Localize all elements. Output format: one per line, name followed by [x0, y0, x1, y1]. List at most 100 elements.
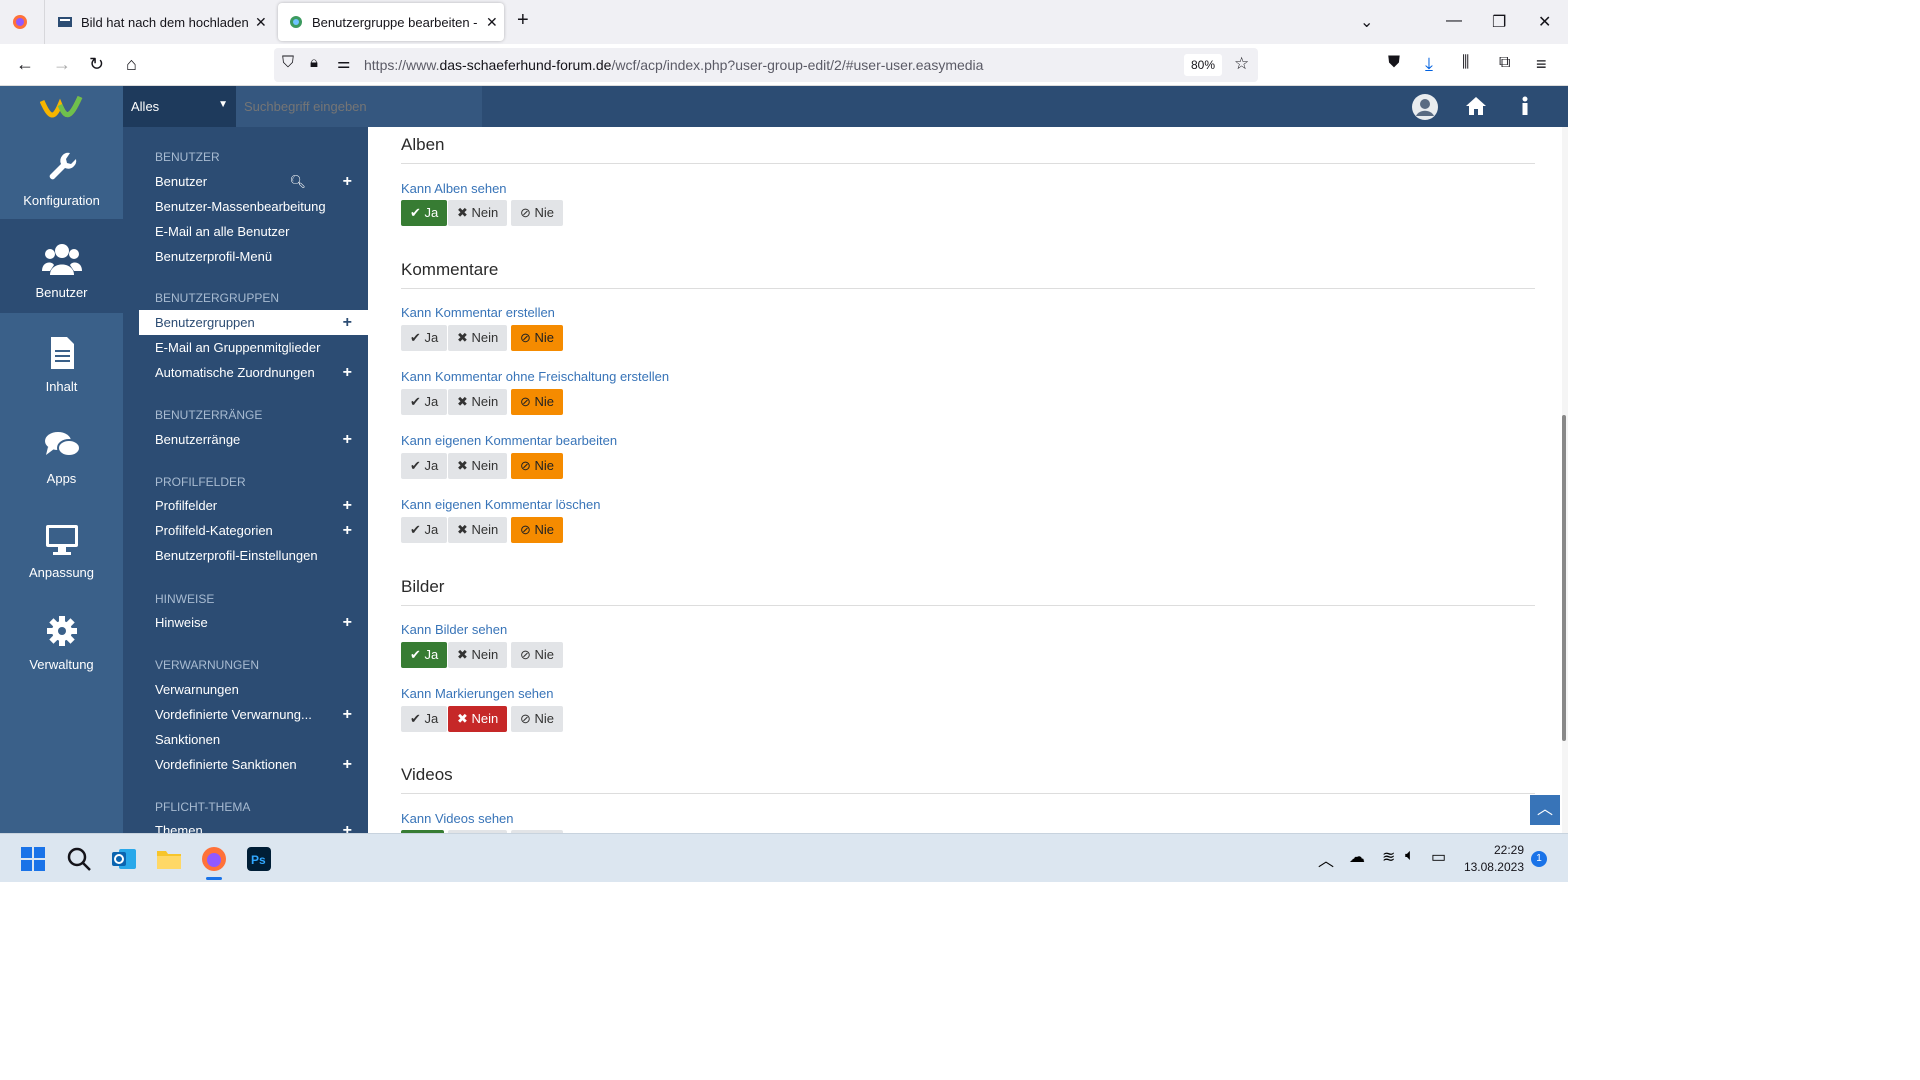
wifi-icon[interactable]: ≋ — [1382, 847, 1395, 867]
firefox-menu-icon[interactable] — [12, 14, 28, 30]
info-icon[interactable] — [1520, 96, 1530, 116]
add-icon[interactable]: + — [343, 493, 352, 518]
hamburger-menu-icon[interactable]: ≡ — [1536, 54, 1547, 75]
windows-start-icon[interactable] — [20, 846, 46, 872]
search-icon[interactable] — [66, 846, 92, 872]
add-icon[interactable]: + — [343, 310, 352, 335]
submenu-item-profil-einstellungen[interactable]: Benutzerprofil-Einstellungen — [139, 543, 368, 568]
search-scope-select[interactable]: Alles ▼ — [123, 86, 236, 127]
photoshop-icon[interactable]: Ps — [246, 846, 272, 872]
nie-button[interactable]: ⊘ Nie — [511, 517, 564, 543]
nie-button[interactable]: ⊘ Nie — [511, 706, 564, 732]
submenu-item-vordef-sanktionen[interactable]: Vordefinierte Sanktionen + — [139, 752, 368, 777]
home-icon[interactable] — [1465, 96, 1487, 116]
mainmenu-item-inhalt[interactable]: Inhalt — [0, 313, 123, 405]
option-label[interactable]: Kann Alben sehen — [401, 181, 507, 196]
shield-icon[interactable]: ⛉ — [282, 54, 294, 72]
close-tab-icon[interactable]: ✕ — [255, 14, 267, 31]
woltlab-logo-icon[interactable] — [40, 93, 84, 121]
zoom-level[interactable]: 80% — [1184, 54, 1222, 76]
ja-button[interactable]: ✔ Ja — [401, 389, 448, 415]
mainmenu-item-apps[interactable]: Apps — [0, 405, 123, 497]
add-icon[interactable]: + — [343, 518, 352, 543]
extensions-icon[interactable]: ⧉ — [1499, 54, 1510, 72]
submenu-item-verwarnungen[interactable]: Verwarnungen — [139, 677, 368, 702]
library-icon[interactable]: ⫼ — [1462, 54, 1469, 72]
ja-button[interactable]: ✔ Ja — [401, 642, 448, 668]
submenu-item-benutzer[interactable]: Benutzer 🔍︎ + — [139, 169, 368, 194]
ja-button[interactable]: ✔ Ja — [401, 517, 448, 543]
nein-button[interactable]: ✖ Nein — [448, 706, 508, 732]
lock-icon[interactable]: 🔒︎ — [310, 54, 318, 71]
permissions-icon[interactable]: ⚌ — [337, 54, 350, 72]
nein-button[interactable]: ✖ Nein — [448, 389, 508, 415]
nein-button[interactable]: ✖ Nein — [448, 517, 508, 543]
submenu-item-massenbearbeitung[interactable]: Benutzer-Massenbearbeitung — [139, 194, 368, 219]
scrollbar-thumb[interactable] — [1562, 415, 1566, 741]
forward-icon[interactable]: → — [53, 54, 71, 75]
firefox-icon[interactable] — [201, 846, 227, 872]
option-label[interactable]: Kann Markierungen sehen — [401, 686, 554, 701]
add-icon[interactable]: + — [343, 360, 352, 385]
option-label[interactable]: Kann Bilder sehen — [401, 622, 507, 637]
submenu-item-hinweise[interactable]: Hinweise + — [139, 610, 368, 635]
volume-icon[interactable]: 🔈︎ — [1405, 847, 1415, 865]
submenu-item-profil-menue[interactable]: Benutzerprofil-Menü — [139, 244, 368, 269]
submenu-item-email-gruppen[interactable]: E-Mail an Gruppenmitglieder — [139, 335, 368, 360]
battery-icon[interactable]: ▭ — [1431, 847, 1446, 867]
mainmenu-item-verwaltung[interactable]: Verwaltung — [0, 591, 123, 683]
submenu-item-zuordnungen[interactable]: Automatische Zuordnungen + — [139, 360, 368, 385]
ja-button[interactable]: ✔ Ja — [401, 325, 448, 351]
nie-button[interactable]: ⊘ Nie — [511, 389, 564, 415]
add-icon[interactable]: + — [343, 169, 352, 194]
option-label[interactable]: Kann eigenen Kommentar bearbeiten — [401, 433, 617, 448]
submenu-item-profilfeld-kategorien[interactable]: Profilfeld-Kategorien + — [139, 518, 368, 543]
nie-button[interactable]: ⊘ Nie — [511, 453, 564, 479]
submenu-item-benutzerraenge[interactable]: Benutzerränge + — [139, 427, 368, 452]
ja-button[interactable]: ✔ Ja — [401, 453, 448, 479]
nein-button[interactable]: ✖ Nein — [448, 453, 508, 479]
reload-icon[interactable]: ↻ — [89, 54, 104, 75]
back-icon[interactable]: ← — [16, 54, 34, 75]
cloud-icon[interactable]: ☁ — [1349, 847, 1365, 867]
restore-icon[interactable]: ❐ — [1492, 12, 1506, 32]
tab-active[interactable]: Benutzergruppe bearbeiten - A ✕ — [278, 3, 504, 41]
submenu-item-email-alle[interactable]: E-Mail an alle Benutzer — [139, 219, 368, 244]
mainmenu-item-benutzer[interactable]: Benutzer — [0, 219, 123, 313]
nie-button[interactable]: ⊘ Nie — [511, 200, 564, 226]
ja-button[interactable]: ✔ Ja — [401, 706, 448, 732]
add-icon[interactable]: + — [343, 610, 352, 635]
close-window-icon[interactable]: ✕ — [1538, 12, 1551, 32]
notification-badge[interactable]: 1 — [1531, 851, 1547, 867]
outlook-icon[interactable] — [111, 846, 137, 872]
bookmark-star-icon[interactable]: ☆ — [1234, 54, 1249, 74]
nein-button[interactable]: ✖ Nein — [448, 642, 508, 668]
new-tab-icon[interactable]: + — [517, 9, 529, 32]
clock[interactable]: 22:29 13.08.2023 — [1462, 842, 1524, 876]
close-tab-icon[interactable]: ✕ — [486, 14, 498, 31]
mainmenu-item-anpassung[interactable]: Anpassung — [0, 499, 123, 591]
downloads-icon[interactable]: ⤓ — [1425, 54, 1433, 75]
minimize-icon[interactable]: — — [1446, 12, 1462, 30]
option-label[interactable]: Kann Videos sehen — [401, 811, 514, 826]
url-bar[interactable]: ⛉ 🔒︎ ⚌ https://www.das-schaeferhund-foru… — [274, 48, 1258, 82]
option-label[interactable]: Kann Kommentar erstellen — [401, 305, 555, 320]
url-text[interactable]: https://www.das-schaeferhund-forum.de/wc… — [364, 57, 983, 73]
submenu-item-themen[interactable]: Themen + — [139, 818, 368, 833]
nie-button[interactable]: ⊘ Nie — [511, 325, 564, 351]
nein-button[interactable]: ✖ Nein — [448, 325, 508, 351]
nie-button[interactable]: ⊘ Nie — [511, 642, 564, 668]
add-icon[interactable]: + — [343, 752, 352, 777]
submenu-item-vordef-verwarnungen[interactable]: Vordefinierte Verwarnung... + — [139, 702, 368, 727]
option-label[interactable]: Kann Kommentar ohne Freischaltung erstel… — [401, 369, 669, 384]
submenu-item-sanktionen[interactable]: Sanktionen — [139, 727, 368, 752]
pocket-icon[interactable]: ⛊ — [1388, 54, 1400, 72]
chevron-up-icon[interactable]: ︿ — [1318, 847, 1334, 871]
mainmenu-item-konfiguration[interactable]: Konfiguration — [0, 127, 123, 219]
search-input[interactable] — [236, 86, 482, 127]
add-icon[interactable]: + — [343, 818, 352, 833]
file-explorer-icon[interactable] — [156, 846, 182, 872]
ja-button[interactable]: ✔ Ja — [401, 200, 448, 226]
add-icon[interactable]: + — [343, 702, 352, 727]
submenu-item-profilfelder[interactable]: Profilfelder + — [139, 493, 368, 518]
